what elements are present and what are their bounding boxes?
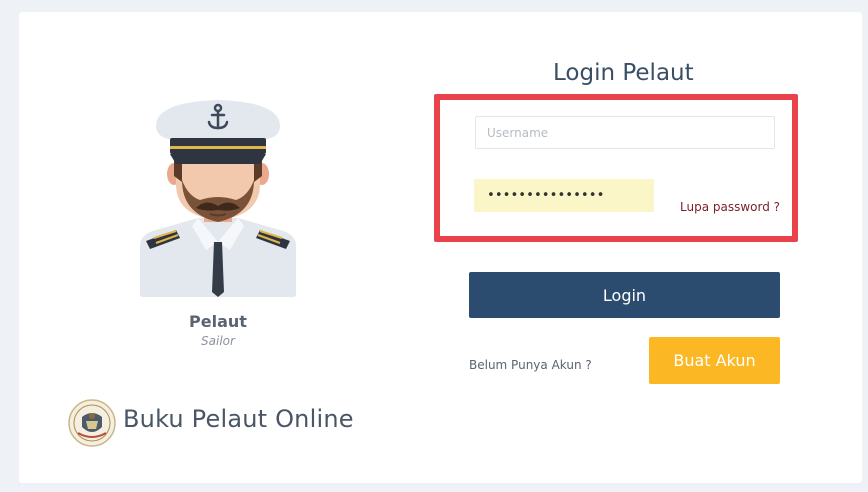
no-account-label: Belum Punya Akun ? xyxy=(469,358,592,372)
emblem-logo-icon xyxy=(68,399,116,447)
forgot-password-link[interactable]: Lupa password ? xyxy=(680,200,780,214)
sailor-avatar-icon xyxy=(140,100,296,297)
profile-role: Sailor xyxy=(201,334,235,348)
form-title: Login Pelaut xyxy=(553,60,694,86)
profile-name: Pelaut xyxy=(189,312,247,331)
register-button[interactable]: Buat Akun xyxy=(649,337,780,384)
username-input[interactable] xyxy=(475,116,775,149)
brand-name: Buku Pelaut Online xyxy=(123,405,354,433)
login-button[interactable]: Login xyxy=(469,272,780,318)
password-input[interactable] xyxy=(474,179,654,212)
